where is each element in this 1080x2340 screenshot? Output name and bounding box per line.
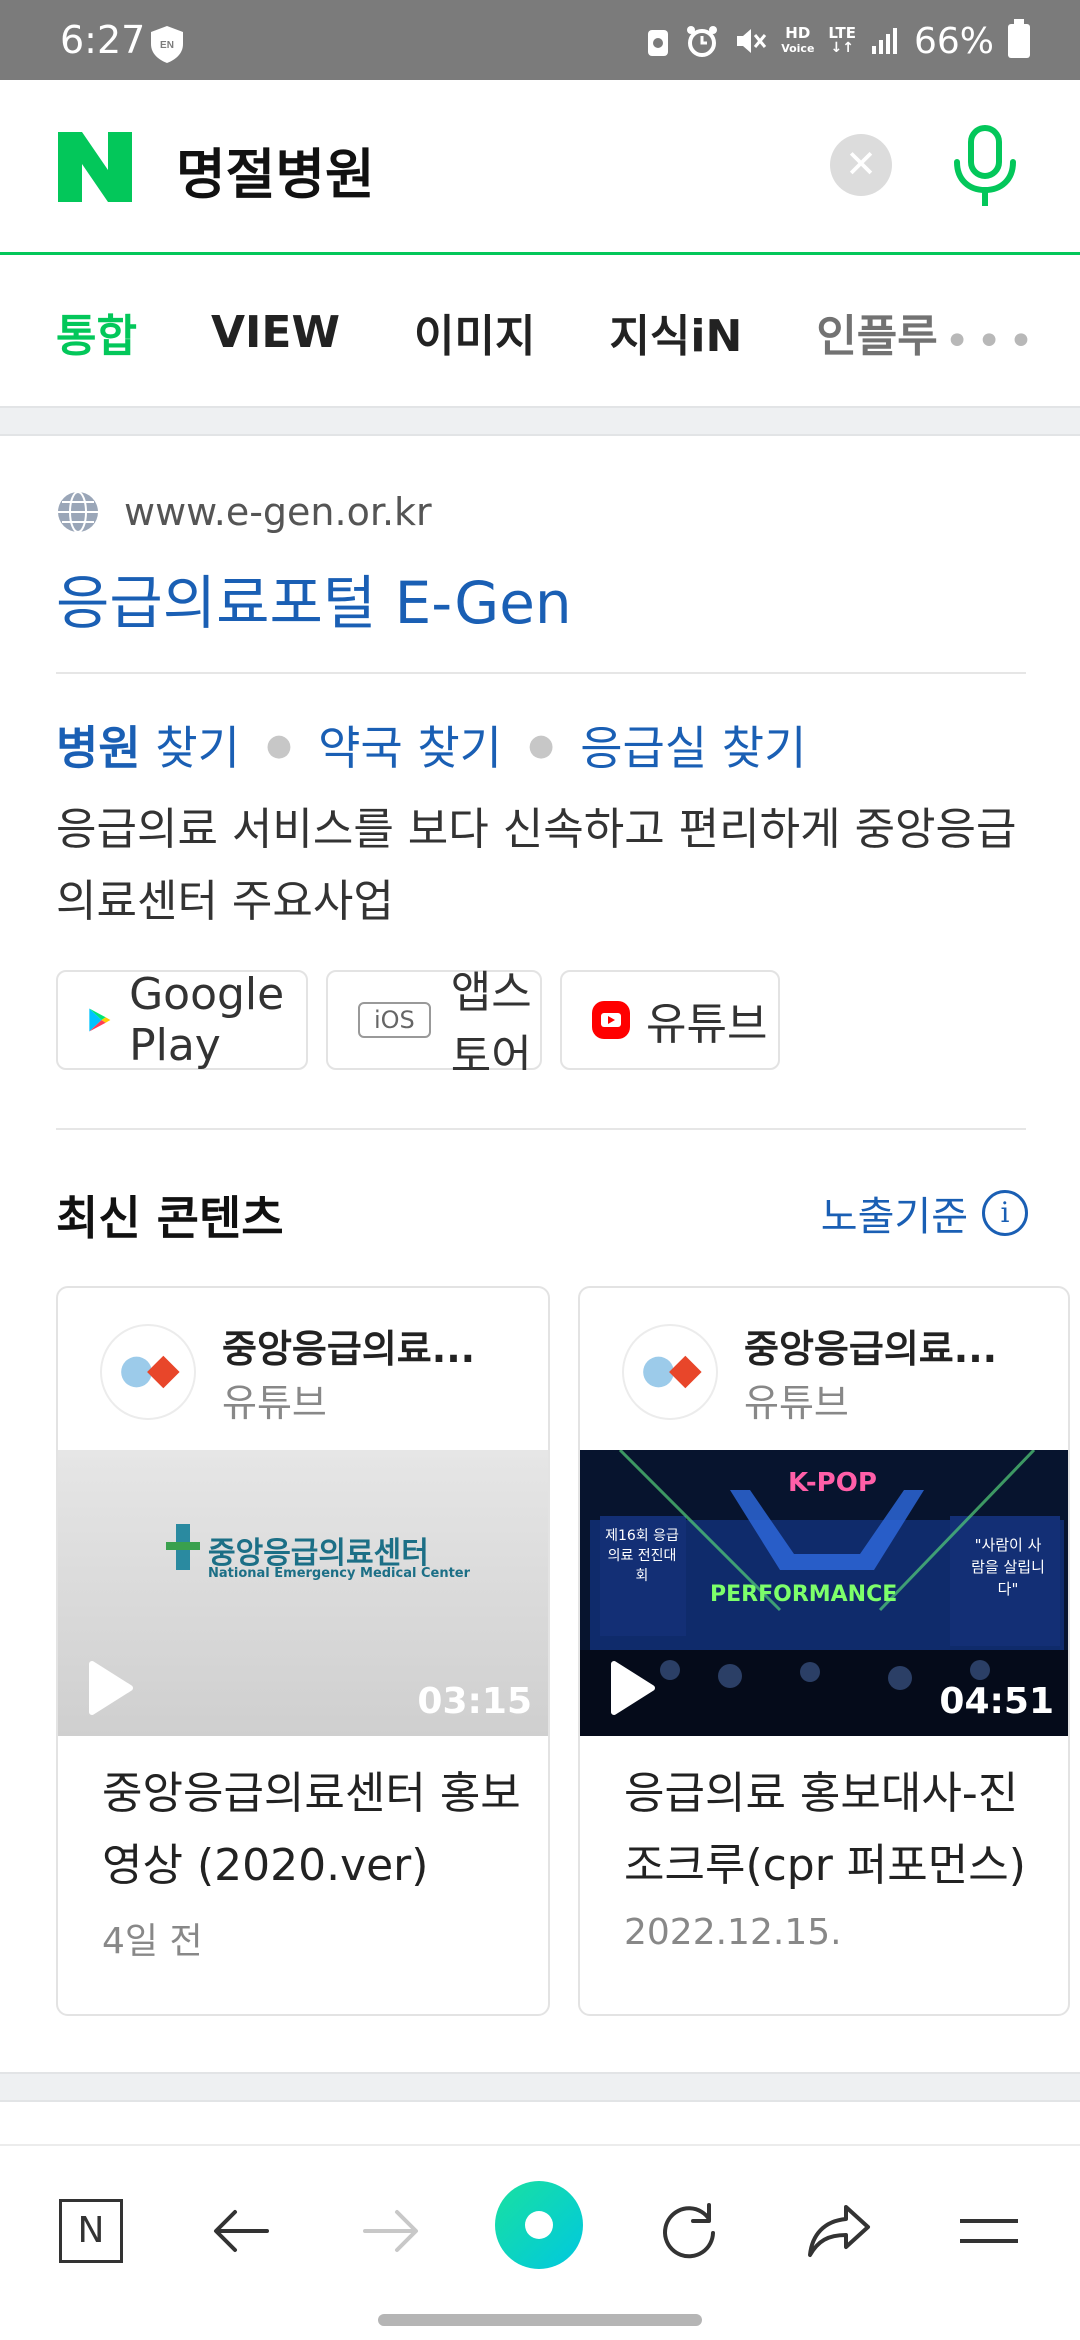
- thumbnail-subtitle: National Emergency Medical Center: [208, 1566, 471, 1581]
- video-duration: 04:51: [939, 1681, 1054, 1722]
- refresh-button[interactable]: [644, 2186, 734, 2276]
- site-source[interactable]: www.e-gen.or.kr: [56, 490, 432, 534]
- app-store-label: 앱스토어: [450, 970, 532, 1070]
- sitelink-pharmacy[interactable]: 약국 찾기: [318, 712, 502, 778]
- more-tabs-icon[interactable]: •••: [944, 316, 1040, 367]
- naver-home-button[interactable]: N: [46, 2186, 136, 2276]
- sitelink-emergency-room[interactable]: 응급실 찾기: [580, 712, 806, 778]
- alarm-icon: [687, 26, 718, 57]
- share-arrow-icon: [808, 2205, 870, 2257]
- globe-icon: [58, 491, 98, 533]
- video-card[interactable]: 중앙응급의료... 유튜브 K-POP 제16회 응급의료 전진대회 PERFO…: [578, 1286, 1070, 2016]
- video-duration: 03:15: [417, 1681, 532, 1722]
- divider: [56, 672, 1026, 674]
- video-thumbnail[interactable]: K-POP 제16회 응급의료 전진대회 PERFORMANCE "사람이 사람…: [580, 1450, 1068, 1736]
- hamburger-menu-icon: [960, 2219, 1018, 2243]
- green-dot-button[interactable]: [494, 2180, 584, 2270]
- search-input[interactable]: 명절병원: [176, 130, 375, 209]
- hd-voice-badge: HD Voice: [781, 26, 814, 56]
- status-time: 6:27: [60, 18, 146, 62]
- section-separator: [0, 406, 1080, 436]
- section-separator: [0, 2072, 1080, 2102]
- video-thumbnail[interactable]: 중앙응급의료센터 National Emergency Medical Cent…: [58, 1450, 548, 1736]
- exposure-criteria-label: 노출기준: [820, 1194, 968, 1240]
- video-card[interactable]: 중앙응급의료... 유튜브 중앙응급의료센터 National Emergenc…: [56, 1286, 550, 2016]
- channel-name: 중앙응급의료...: [222, 1327, 476, 1371]
- forward-button[interactable]: [346, 2186, 436, 2276]
- channel-logo: [100, 1324, 196, 1420]
- browser-bottom-nav: N: [0, 2144, 1080, 2340]
- video-title[interactable]: 중앙응급의료센터 홍보 영상 (2020.ver): [102, 1758, 522, 1902]
- voice-label: Voice: [781, 42, 815, 55]
- forward-arrow-icon: [363, 2210, 418, 2252]
- thumbnail-top-text: K-POP: [788, 1468, 877, 1498]
- lte-badge: LTE ↓↑: [828, 24, 856, 56]
- search-tabs: 통합 VIEW 이미지 지식iN 인플루 •••: [0, 258, 1080, 406]
- green-dot-icon: [495, 2181, 583, 2269]
- exposure-criteria-link[interactable]: 노출기준 i: [821, 1184, 1028, 1242]
- play-icon[interactable]: [78, 1658, 138, 1718]
- back-arrow-icon: [214, 2210, 269, 2252]
- system-home-indicator[interactable]: [378, 2314, 702, 2326]
- google-play-button[interactable]: Google Play: [56, 970, 308, 1070]
- naver-logo[interactable]: [58, 132, 132, 202]
- voice-search-mic-icon[interactable]: [945, 124, 1025, 210]
- signal-icon: [871, 28, 897, 54]
- divider: [56, 1128, 1026, 1130]
- tab-influencer[interactable]: 인플루: [816, 300, 937, 364]
- tab-knowledge-in[interactable]: 지식iN: [609, 300, 742, 364]
- app-links: Google Play iOS 앱스토어 유튜브: [56, 970, 1080, 1070]
- menu-button[interactable]: [944, 2186, 1034, 2276]
- back-button[interactable]: [196, 2186, 286, 2276]
- clear-search-button[interactable]: ✕: [830, 134, 892, 196]
- ios-badge: iOS: [358, 1002, 431, 1038]
- thumbnail-slogan: "사람이 사람을 살립니다": [971, 1536, 1045, 1598]
- result-title-link[interactable]: 응급의료포털 E-Gen: [56, 556, 572, 640]
- recycle-icon: [648, 30, 669, 56]
- vpn-shield-icon: EN: [151, 26, 183, 63]
- sitelink-hospital[interactable]: 병원 찾기: [56, 712, 240, 778]
- app-store-button[interactable]: iOS 앱스토어: [326, 970, 542, 1070]
- google-play-icon: [89, 1008, 111, 1032]
- status-bar: 6:27 EN HD Voice LTE ↓↑ 66%: [0, 0, 1080, 80]
- site-url: www.e-gen.or.kr: [124, 490, 432, 534]
- battery-percent: 66%: [913, 20, 994, 62]
- youtube-label: 유튜브: [646, 999, 768, 1050]
- mute-icon: [737, 29, 767, 53]
- channel-name: 중앙응급의료...: [744, 1327, 998, 1371]
- channel-source: 유튜브: [222, 1381, 327, 1425]
- sitelink-hospital-rest: 찾기: [140, 721, 240, 775]
- latest-content-heading: 최신 콘텐츠: [56, 1191, 284, 1245]
- tab-integrated[interactable]: 통합: [56, 300, 137, 364]
- youtube-button[interactable]: 유튜브: [560, 970, 780, 1070]
- naver-home-icon: N: [59, 2199, 123, 2263]
- thumbnail-event-banner: 제16회 응급의료 전진대회: [605, 1528, 679, 1584]
- channel-source: 유튜브: [744, 1381, 849, 1425]
- tab-images[interactable]: 이미지: [414, 300, 535, 364]
- battery-icon: [1008, 19, 1030, 58]
- youtube-icon: [592, 1001, 630, 1039]
- hd-label: HD: [785, 24, 811, 42]
- channel-logo: [622, 1324, 718, 1420]
- video-date: 2022.12.15.: [624, 1912, 842, 1953]
- share-button[interactable]: [794, 2186, 884, 2276]
- video-title[interactable]: 응급의료 홍보대사-진조크루(cpr 퍼포먼스): [624, 1758, 1044, 1902]
- video-date: 4일 전: [102, 1921, 203, 1962]
- tab-view[interactable]: VIEW: [211, 307, 340, 358]
- svg-text:EN: EN: [160, 40, 174, 51]
- play-icon[interactable]: [600, 1658, 660, 1718]
- thumbnail-main-text: PERFORMANCE: [710, 1582, 898, 1607]
- search-bar: 명절병원 ✕: [0, 80, 1080, 255]
- lte-label: LTE: [828, 24, 856, 42]
- info-icon: i: [982, 1190, 1028, 1236]
- result-description: 응급의료 서비스를 보다 신속하고 편리하게 중앙응급의료센터 주요사업: [56, 804, 1017, 927]
- sitelinks: 병원 찾기 ● 약국 찾기 ● 응급실 찾기: [56, 712, 806, 778]
- status-icons: HD Voice LTE ↓↑ 66%: [645, 14, 1030, 68]
- refresh-icon: [663, 2203, 715, 2259]
- sitelink-hospital-bold: 병원: [56, 721, 141, 775]
- google-play-label: Google Play: [129, 970, 285, 1070]
